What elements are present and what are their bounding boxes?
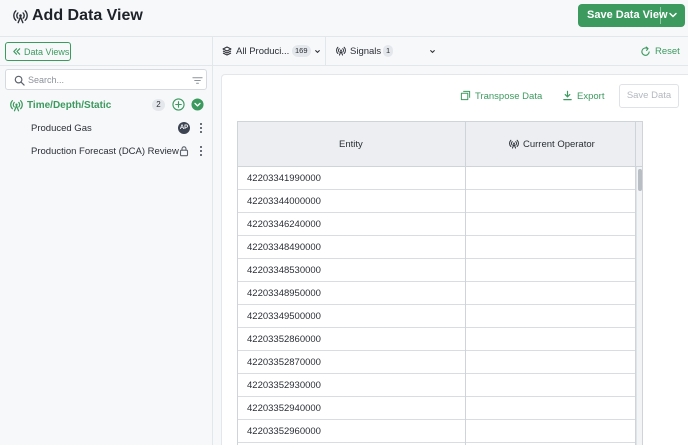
table-row[interactable]: 42203352960000 bbox=[238, 420, 636, 443]
entity-cell: 42203348950000 bbox=[247, 288, 321, 299]
table-row[interactable]: 42203341990000 bbox=[238, 167, 636, 190]
chevron-circle-down-icon[interactable] bbox=[191, 98, 204, 111]
vertical-scrollbar[interactable] bbox=[636, 167, 642, 445]
filter-icon[interactable] bbox=[192, 75, 203, 86]
search-box bbox=[5, 69, 207, 90]
divider bbox=[325, 37, 326, 66]
search-input[interactable] bbox=[28, 73, 178, 87]
sidebar-group-label: Time/Depth/Static bbox=[27, 100, 112, 111]
signal-tower-icon bbox=[336, 46, 346, 56]
entities-label: All Produci... bbox=[236, 46, 290, 57]
column-header-label: Current Operator bbox=[523, 139, 595, 150]
signals-label: Signals bbox=[350, 46, 382, 57]
more-vertical-icon[interactable] bbox=[197, 122, 205, 134]
data-table: Entity Current Operator 42203341990000 42… bbox=[237, 121, 643, 445]
entity-cell: 42203344000000 bbox=[247, 196, 321, 207]
main-panel: Transpose Data Export Save Data Entity C… bbox=[221, 74, 688, 445]
table-row[interactable]: 42203348950000 bbox=[238, 282, 636, 305]
transpose-data-button[interactable]: Transpose Data bbox=[460, 85, 542, 107]
add-circle-icon[interactable] bbox=[172, 98, 185, 111]
table-row[interactable]: 42203344000000 bbox=[238, 190, 636, 213]
entity-cell: 42203352960000 bbox=[247, 426, 321, 437]
signal-tower-icon bbox=[10, 100, 23, 112]
table-row[interactable]: 42203349500000 bbox=[238, 305, 636, 328]
table-row[interactable]: 42203352870000 bbox=[238, 351, 636, 374]
lock-icon bbox=[179, 146, 189, 157]
entity-cell: 42203349500000 bbox=[247, 311, 321, 322]
table-row[interactable]: 42203352930000 bbox=[238, 374, 636, 397]
entity-cell: 42203352930000 bbox=[247, 380, 321, 391]
more-vertical-icon[interactable] bbox=[197, 145, 205, 157]
sidebar: Data Views Time/Depth/Static 2 Produced … bbox=[0, 37, 213, 445]
sidebar-group-time-depth-static[interactable]: Time/Depth/Static 2 bbox=[0, 96, 212, 116]
avatar: AP bbox=[178, 122, 190, 134]
column-header-entity[interactable]: Entity bbox=[238, 122, 465, 167]
table-row[interactable]: 42203348530000 bbox=[238, 259, 636, 282]
column-divider bbox=[465, 122, 466, 445]
table-header: Entity Current Operator bbox=[238, 122, 642, 167]
download-icon bbox=[563, 90, 572, 101]
table-row[interactable]: 42203346240000 bbox=[238, 213, 636, 236]
transpose-data-label: Transpose Data bbox=[475, 91, 543, 102]
entity-cell: 42203346240000 bbox=[247, 219, 321, 230]
save-data-button[interactable]: Save Data bbox=[619, 84, 679, 108]
entities-count-badge: 169 bbox=[292, 45, 311, 57]
data-views-button[interactable]: Data Views bbox=[5, 42, 71, 61]
sidebar-item-produced-gas[interactable]: Produced Gas AP bbox=[0, 119, 212, 139]
reset-label: Reset bbox=[655, 46, 680, 57]
chevron-down-icon bbox=[315, 50, 320, 54]
signals-count-badge: 1 bbox=[383, 45, 394, 57]
page-title: Add Data View bbox=[32, 7, 143, 24]
entity-cell: 42203352860000 bbox=[247, 334, 321, 345]
table-row[interactable]: 42203348490000 bbox=[238, 236, 636, 259]
entity-cell: 42203352940000 bbox=[247, 403, 321, 414]
chevron-down-icon bbox=[430, 50, 435, 54]
app-header: Add Data View Save Data View bbox=[0, 0, 688, 37]
table-row[interactable]: 42203352860000 bbox=[238, 328, 636, 351]
transpose-icon bbox=[460, 90, 471, 101]
sidebar-item-label: Produced Gas bbox=[31, 123, 92, 134]
entity-cell: 42203348530000 bbox=[247, 265, 321, 276]
entity-cell: 42203352870000 bbox=[247, 357, 321, 368]
divider bbox=[0, 65, 212, 66]
save-data-view-label: Save Data View bbox=[587, 9, 668, 21]
export-label: Export bbox=[577, 91, 605, 102]
refresh-icon bbox=[641, 46, 650, 56]
signal-tower-icon bbox=[13, 10, 28, 24]
scrollbar-thumb[interactable] bbox=[638, 169, 642, 191]
save-data-view-button[interactable]: Save Data View bbox=[578, 4, 685, 27]
entities-dropdown[interactable]: All Produci... 169 bbox=[213, 37, 323, 66]
data-views-label: Data Views bbox=[24, 47, 70, 57]
table-row[interactable]: 42203352940000 bbox=[238, 397, 636, 420]
signals-dropdown[interactable]: Signals 1 bbox=[325, 37, 441, 66]
split-divider bbox=[660, 7, 661, 24]
entity-cell: 42203348490000 bbox=[247, 242, 321, 253]
column-header-current-operator[interactable]: Current Operator bbox=[466, 122, 636, 167]
search-icon bbox=[14, 75, 25, 86]
column-header-label: Entity bbox=[339, 139, 363, 150]
sidebar-item-production-forecast[interactable]: Production Forecast (DCA) Review bbox=[0, 142, 212, 162]
export-button[interactable]: Export bbox=[562, 85, 608, 107]
signal-tower-icon bbox=[509, 139, 519, 149]
entity-cell: 42203341990000 bbox=[247, 173, 321, 184]
count-badge: 2 bbox=[152, 99, 165, 111]
sidebar-item-label: Production Forecast (DCA) Review bbox=[31, 146, 179, 157]
filter-bar: All Produci... 169 Signals 1 Reset bbox=[213, 37, 688, 66]
layers-icon bbox=[222, 46, 232, 56]
double-chevron-left-icon bbox=[13, 48, 21, 55]
chevron-down-icon[interactable] bbox=[666, 8, 680, 22]
